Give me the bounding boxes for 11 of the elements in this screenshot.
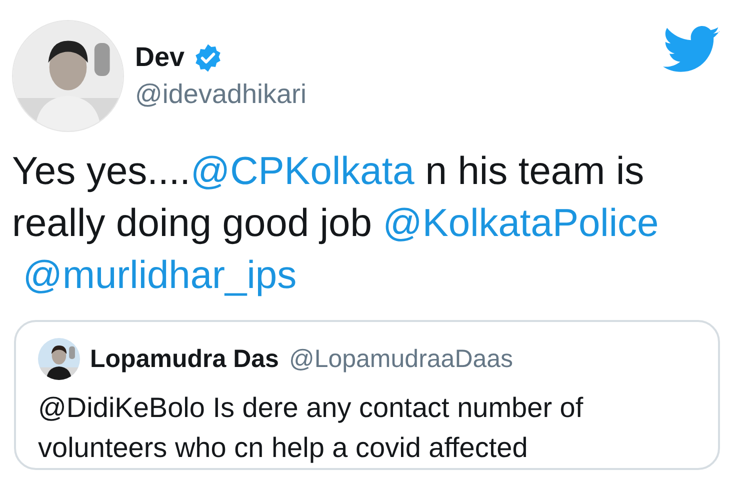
author-name[interactable]: Dev <box>135 42 185 73</box>
mention-link[interactable]: @KolkataPolice <box>382 198 659 250</box>
mention-link[interactable]: @murlidhar_ips <box>22 250 297 302</box>
quoted-tweet-card[interactable]: Lopamudra Das @LopamudraaDaas @DidiKeBolo Is dere any contact number of volunteers who cn help a covid affected <box>14 320 720 470</box>
tweet-text: Yes yes....@CPKolkata n his team is really doing good job @KolkataPolice @murlidhar_ips <box>12 146 729 302</box>
quoted-tweet-text: @DidiKeBolo Is dere any contact number of volunteers who cn help a covid affected <box>38 391 584 465</box>
author-handle[interactable]: @idevadhikari <box>135 79 652 110</box>
bird-icon[interactable] <box>663 26 721 74</box>
quoted-author-handle: @LopamudraaDaas <box>288 344 514 374</box>
mention-link[interactable]: @CPKolkata <box>190 146 414 198</box>
quoted-author-name: Lopamudra Das <box>90 344 279 374</box>
